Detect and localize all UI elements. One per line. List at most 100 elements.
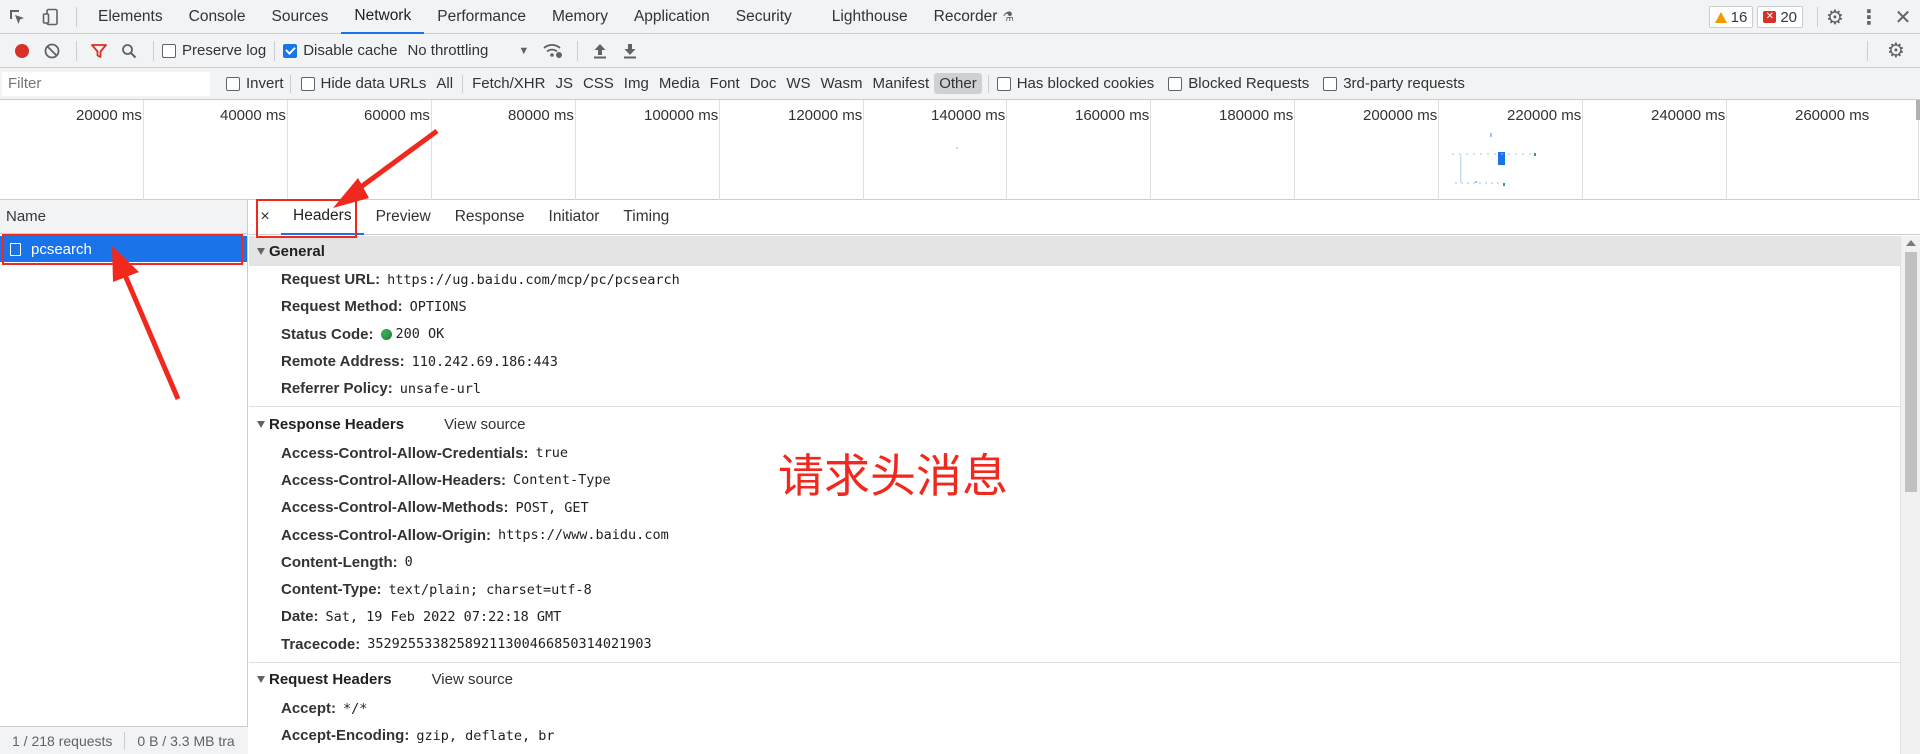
has-blocked-cookies-label: Has blocked cookies [1016,75,1155,92]
record-button[interactable] [8,37,36,65]
export-har-button[interactable] [616,37,644,65]
request-count: 1 / 218 requests [12,732,113,749]
tab-elements[interactable]: Elements [85,0,176,34]
header-value: text/plain; charset=utf-8 [388,581,592,598]
preserve-log-checkbox[interactable]: Preserve log [162,42,266,59]
overview-dot [956,147,958,149]
device-toolbar-icon[interactable] [34,0,68,34]
tab-security[interactable]: Security [723,0,805,34]
header-value: POST, GET [515,499,589,516]
overview-gridline [1726,100,1727,200]
filter-type-wasm[interactable]: Wasm [816,73,868,94]
header-value: true [535,445,569,462]
tab-recorder[interactable]: Recorder ⚗ [921,0,1027,34]
tab-response[interactable]: Response [443,200,537,235]
tab-memory[interactable]: Memory [539,0,621,34]
blocked-requests-checkbox[interactable]: Blocked Requests [1168,75,1309,92]
header-name: Content-Type: [281,581,382,599]
tab-network[interactable]: Network [341,0,425,34]
search-button[interactable] [115,37,143,65]
header-row: Request Method: OPTIONS [249,293,1900,320]
clear-button[interactable] [38,37,66,65]
close-devtools-icon[interactable]: ✕ [1886,0,1920,34]
tab-performance[interactable]: Performance [424,0,539,34]
response-headers-section-header[interactable]: Response Headers View source [249,409,1900,439]
overview-gridline [1150,100,1151,200]
disable-cache-checkbox[interactable]: Disable cache [283,42,397,59]
filter-type-manifest[interactable]: Manifest [868,73,935,94]
tab-lighthouse[interactable]: Lighthouse [819,0,921,34]
overview-gridline [431,100,432,200]
tab-preview[interactable]: Preview [364,200,443,235]
filter-type-js[interactable]: JS [550,73,578,94]
settings-gear-icon: ⚙ [1887,40,1905,62]
view-source-link[interactable]: View source [444,416,525,433]
hide-data-urls-box[interactable] [300,76,315,91]
general-section-header[interactable]: General [249,236,1900,266]
settings-gear-icon[interactable]: ⚙ [1818,0,1852,34]
request-list-pane: Name pcsearch 1 / 218 requests 0 B / 3.3… [0,200,248,754]
filter-type-media[interactable]: Media [654,73,705,94]
invert-checkbox[interactable]: Invert [226,75,284,92]
topbar-right: 16 ✕ 20 ⚙ ⋮ ✕ [1708,0,1920,34]
inspect-element-icon[interactable] [0,0,34,34]
filter-type-all[interactable]: All [431,73,458,94]
preserve-log-box[interactable] [162,43,176,58]
tab-application[interactable]: Application [621,0,723,34]
tab-console[interactable]: Console [176,0,259,34]
warning-icon [1714,11,1727,23]
has-blocked-cookies-box[interactable] [996,76,1011,91]
hide-data-urls-checkbox[interactable]: Hide data URLs [300,75,426,92]
clear-icon [44,43,60,58]
filter-type-img[interactable]: Img [619,73,654,94]
header-row: Access-Control-Allow-Origin: https://www.… [249,521,1900,548]
record-icon [15,43,29,58]
header-name: Status Code: [281,325,374,343]
column-header-name[interactable]: Name [0,200,247,234]
expand-triangle-icon [257,247,265,255]
third-party-requests-checkbox[interactable]: 3rd-party requests [1323,75,1465,92]
detail-tabs: × Headers Preview Response Initiator Tim… [249,200,1920,235]
errors-badge[interactable]: ✕ 20 [1757,6,1803,28]
filter-type-css[interactable]: CSS [578,73,619,94]
headers-content[interactable]: General Request URL: https://ug.baidu.com… [249,236,1900,754]
scrollbar-thumb[interactable] [1905,252,1917,492]
warnings-badge[interactable]: 16 [1708,6,1754,28]
header-row: Remote Address: 110.242.69.186:443 [249,348,1900,375]
view-source-link[interactable]: View source [432,671,513,688]
throttling-select[interactable]: No throttling ▼ [407,42,529,59]
network-settings-button[interactable]: ⚙ [1882,37,1910,65]
tab-initiator[interactable]: Initiator [537,200,612,235]
header-value: 110.242.69.186:443 [411,353,558,370]
overview-tick-label: 60000 ms [364,107,430,124]
filter-type-ws[interactable]: WS [781,73,815,94]
scroll-up-arrow-icon[interactable] [1906,240,1916,246]
separator [274,40,276,61]
header-row: Request URL: https://ug.baidu.com/mcp/pc/… [249,266,1900,293]
separator [76,6,77,27]
filter-type-fetch-xhr[interactable]: Fetch/XHR [467,73,550,94]
network-overview[interactable]: 20000 ms 40000 ms 60000 ms 80000 ms 1000… [0,100,1920,200]
filter-type-font[interactable]: Font [705,73,745,94]
has-blocked-cookies-checkbox[interactable]: Has blocked cookies [996,75,1155,92]
disable-cache-label: Disable cache [303,42,398,59]
filter-input[interactable] [2,71,210,96]
invert-box[interactable] [226,76,240,91]
request-headers-section-header[interactable]: Request Headers View source [249,665,1900,695]
overview-tick-label: 100000 ms [644,107,719,124]
transferred-size: 0 B / 3.3 MB tra [137,732,235,749]
filter-type-other[interactable]: Other [934,73,982,94]
filter-toggle-button[interactable] [85,37,113,65]
more-options-icon[interactable]: ⋮ [1852,0,1886,34]
vertical-scrollbar[interactable] [1900,236,1920,754]
separator [289,74,291,93]
blocked-requests-box[interactable] [1168,76,1183,91]
network-conditions-button[interactable] [539,37,567,65]
header-row: Content-Length: 0 [249,549,1900,576]
disable-cache-box[interactable] [283,43,298,58]
tab-sources[interactable]: Sources [259,0,342,34]
import-har-button[interactable] [586,37,614,65]
filter-type-doc[interactable]: Doc [745,73,782,94]
third-party-requests-box[interactable] [1323,76,1338,91]
tab-timing[interactable]: Timing [611,200,681,235]
